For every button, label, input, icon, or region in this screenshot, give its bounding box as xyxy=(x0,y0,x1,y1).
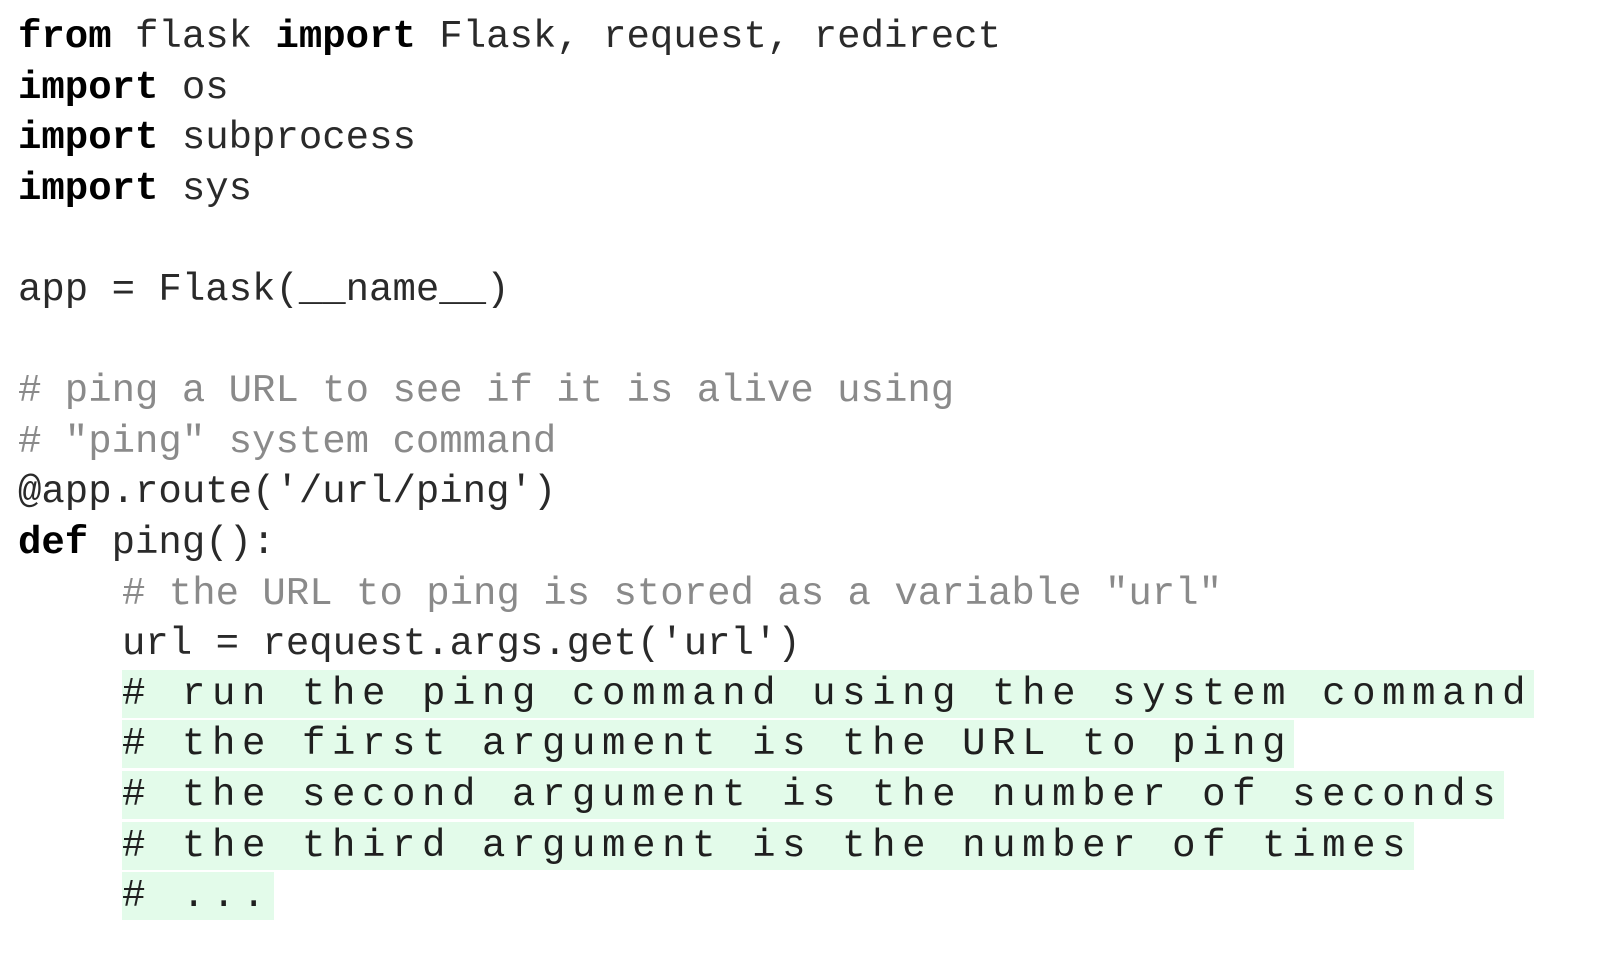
highlighted-comment: # the second argument is the number of s… xyxy=(122,770,1505,819)
comment-line: # "ping" system command xyxy=(18,419,557,464)
code-block: from flask import Flask, request, redire… xyxy=(18,12,1535,923)
keyword-import: import xyxy=(275,15,416,59)
code-text: os xyxy=(158,65,229,110)
comment-text: # the URL to ping is stored as a variabl… xyxy=(122,571,1222,616)
comment-line: # the URL to ping is stored as a variabl… xyxy=(18,569,1534,620)
def-line: def ping(): xyxy=(18,518,1534,569)
highlighted-line: # the third argument is the number of ti… xyxy=(18,821,1534,873)
code-line-3: import subprocess xyxy=(18,113,1534,164)
code-text: ping(): xyxy=(88,520,276,565)
highlighted-line: # the first argument is the URL to ping xyxy=(18,720,1534,771)
highlighted-comment: # the third argument is the number of ti… xyxy=(122,821,1415,870)
highlighted-line: # the second argument is the number of s… xyxy=(18,770,1534,822)
code-line-1: from flask import Flask, request, redire… xyxy=(18,12,1534,63)
highlighted-comment: # the first argument is the URL to ping xyxy=(122,720,1295,769)
keyword-import: import xyxy=(18,65,159,110)
code-line-app: app = Flask(__name__) xyxy=(18,267,510,312)
highlighted-comment: # run the ping command using the system … xyxy=(122,669,1535,718)
highlighted-comment: # ... xyxy=(122,872,275,921)
code-text: flask xyxy=(111,15,276,59)
keyword-import: import xyxy=(18,116,159,161)
assign-line: url = request.args.get('url') xyxy=(18,619,1534,670)
code-text: sys xyxy=(158,166,253,211)
comment-line: # ping a URL to see if it is alive using xyxy=(18,369,955,414)
decorator-line: @app.route('/url/ping') xyxy=(18,470,557,515)
code-text: subprocess xyxy=(158,116,416,161)
highlighted-line: # ... xyxy=(18,872,1534,923)
keyword-import: import xyxy=(18,166,159,211)
keyword-def: def xyxy=(18,520,89,565)
highlighted-line: # run the ping command using the system … xyxy=(18,669,1535,721)
code-text: Flask, request, redirect xyxy=(415,15,1001,59)
code-text: url = request.args.get('url') xyxy=(122,622,801,667)
keyword-from: from xyxy=(18,15,112,59)
code-line-2: import os xyxy=(18,63,1534,114)
code-line-4: import sys xyxy=(18,164,1534,215)
